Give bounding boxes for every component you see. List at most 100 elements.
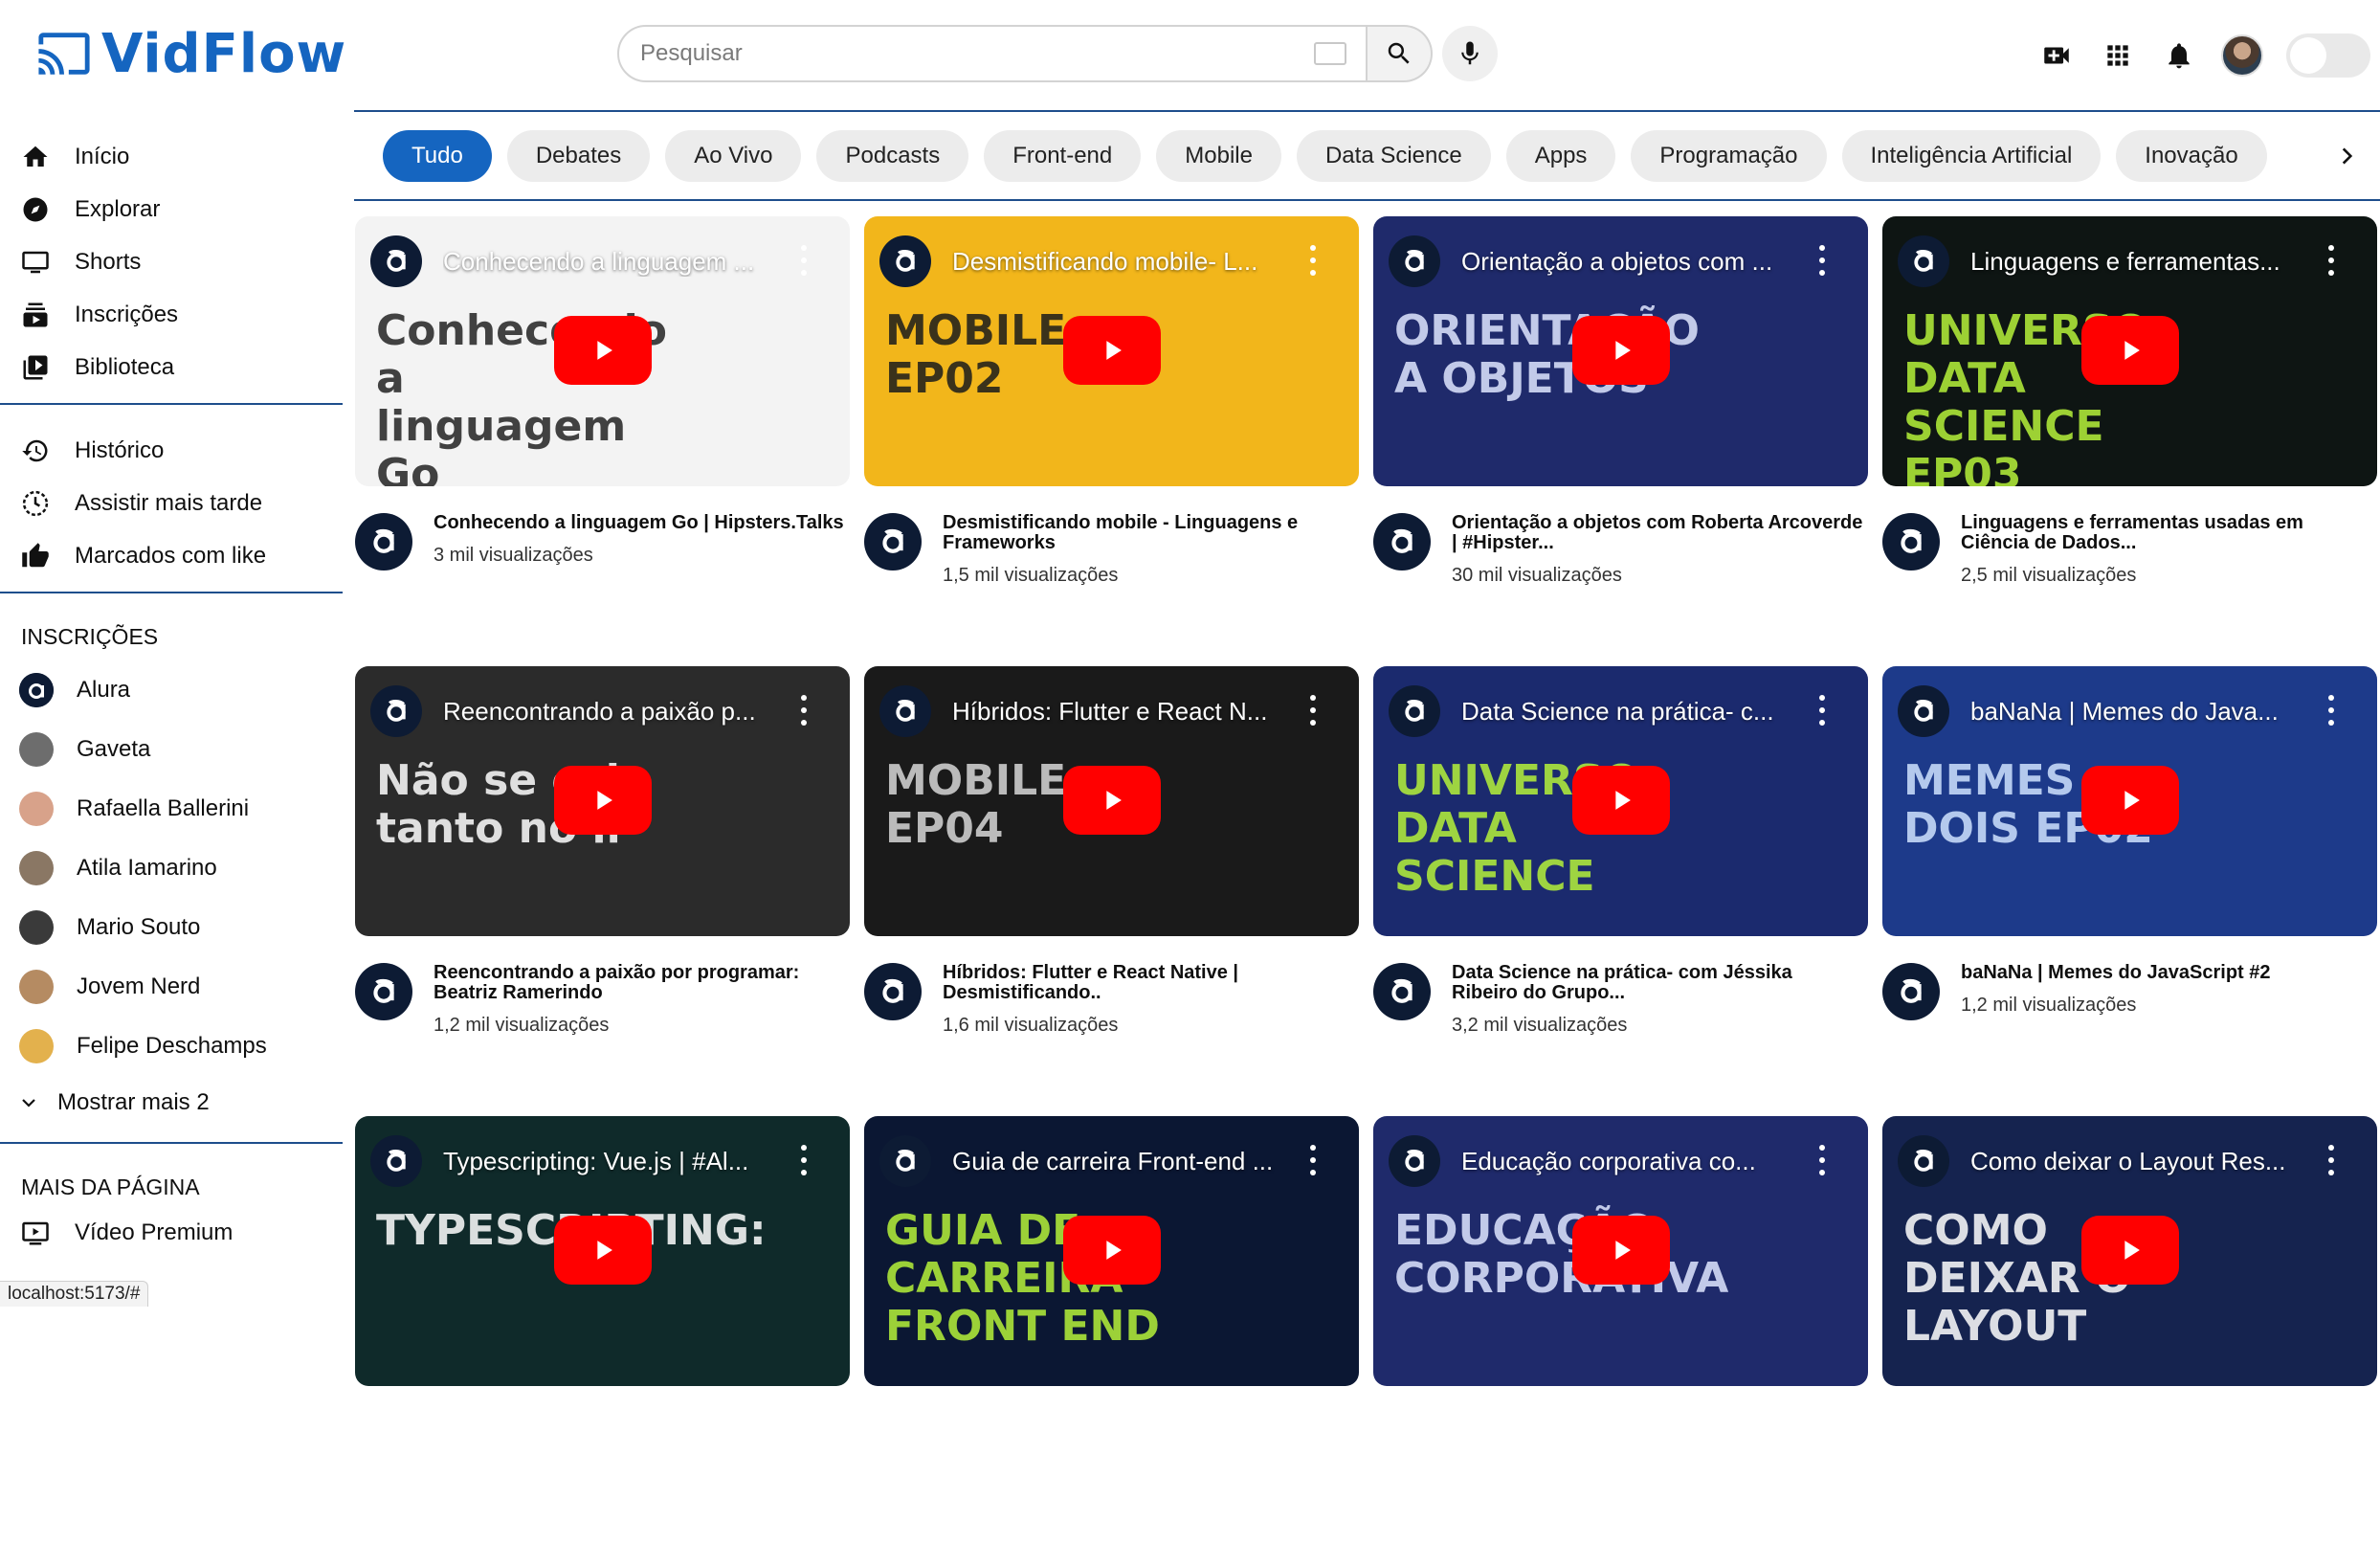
chip-ao-vivo[interactable]: Ao Vivo xyxy=(665,130,802,182)
video-card[interactable]: MOBILE EP02 Desmistificando mobile- L... D… xyxy=(864,216,1359,666)
video-card[interactable]: MOBILE EP04 Híbridos: Flutter e React N..… xyxy=(864,666,1359,1116)
apps-button[interactable] xyxy=(2099,36,2137,75)
sidebar-item-explorar[interactable]: Explorar xyxy=(0,183,343,235)
video-thumbnail[interactable]: Não se col tanto no il Reencontrando a pa… xyxy=(355,666,850,936)
video-thumbnail[interactable]: MOBILE EP02 Desmistificando mobile- L... xyxy=(864,216,1359,486)
video-thumbnail[interactable]: UNIVERSO DATA SCIENCE EP03 Linguagens e f… xyxy=(1882,216,2377,486)
channel-avatar[interactable] xyxy=(1373,513,1431,570)
play-button-icon[interactable] xyxy=(1572,766,1670,835)
channel-avatar[interactable] xyxy=(355,513,412,570)
video-thumbnail[interactable]: UNIVERSO DATA SCIENCE Data Science na prá… xyxy=(1373,666,1868,936)
play-button-icon[interactable] xyxy=(2081,766,2179,835)
play-button-icon[interactable] xyxy=(1572,316,1670,385)
chips-scroll-next-button[interactable] xyxy=(2323,132,2370,180)
video-thumbnail[interactable]: MOBILE EP04 Híbridos: Flutter e React N..… xyxy=(864,666,1359,936)
video-thumbnail[interactable]: GUIA DE CARREIRA FRONT END Guia de carrei… xyxy=(864,1116,1359,1386)
video-title[interactable]: Híbridos: Flutter e React Native | Desmi… xyxy=(943,963,1354,1003)
chip-debates[interactable]: Debates xyxy=(506,130,651,182)
sidebar-item-inicio[interactable]: Início xyxy=(0,130,343,183)
video-thumbnail[interactable]: COMO DEIXAR O LAYOUT Como deixar o Layout… xyxy=(1882,1116,2377,1386)
app-logo[interactable]: VidFlow xyxy=(36,23,346,85)
chip-inova-o[interactable]: Inovação xyxy=(2116,130,2267,182)
more-options-icon[interactable] xyxy=(800,245,808,276)
notifications-button[interactable] xyxy=(2160,36,2198,75)
video-thumbnail[interactable]: Conhecendo a linguagem Go Conhecendo a li… xyxy=(355,216,850,486)
video-thumbnail[interactable]: TYPESCRIPTING:Typescripting: Vue.js | #A… xyxy=(355,1116,850,1386)
channel-logo-icon[interactable] xyxy=(1898,685,1949,737)
video-card[interactable]: EDUCAÇÃO CORPORATIVA Educação corporativa… xyxy=(1373,1116,1868,1566)
channel-logo-icon[interactable] xyxy=(370,235,422,287)
more-options-icon[interactable] xyxy=(2327,695,2335,726)
video-card[interactable]: GUIA DE CARREIRA FRONT END Guia de carrei… xyxy=(864,1116,1359,1566)
channel-logo-icon[interactable] xyxy=(1898,1135,1949,1187)
sidebar-item-shorts[interactable]: Shorts xyxy=(0,235,343,288)
channel-logo-icon[interactable] xyxy=(1389,685,1440,737)
video-title[interactable]: Orientação a objetos com Roberta Arcover… xyxy=(1452,513,1863,553)
sidebar-item-biblioteca[interactable]: Biblioteca xyxy=(0,341,343,393)
keyboard-icon[interactable] xyxy=(1314,42,1346,65)
channel-avatar[interactable] xyxy=(1882,963,1940,1020)
sidebar-item-inscricoes[interactable]: Inscrições xyxy=(0,288,343,341)
more-options-icon[interactable] xyxy=(800,1145,808,1175)
play-button-icon[interactable] xyxy=(1063,766,1161,835)
more-options-icon[interactable] xyxy=(1818,695,1826,726)
video-title[interactable]: Desmistificando mobile - Linguagens e Fr… xyxy=(943,513,1354,553)
create-video-button[interactable] xyxy=(2037,36,2076,75)
chip-front-end[interactable]: Front-end xyxy=(984,130,1142,182)
more-options-icon[interactable] xyxy=(2327,1145,2335,1175)
sidebar-item-historico[interactable]: Histórico xyxy=(0,424,343,477)
channel-logo-icon[interactable] xyxy=(1389,1135,1440,1187)
more-options-icon[interactable] xyxy=(2327,245,2335,276)
play-button-icon[interactable] xyxy=(554,316,652,385)
search-input[interactable] xyxy=(638,39,1314,68)
video-title[interactable]: Linguagens e ferramentas usadas em Ciênc… xyxy=(1961,513,2372,553)
sidebar-item-marcados-com-like[interactable]: Marcados com like xyxy=(0,529,343,582)
chip-intelig-ncia-artificial[interactable]: Inteligência Artificial xyxy=(1841,130,2102,182)
video-card[interactable]: COMO DEIXAR O LAYOUT Como deixar o Layout… xyxy=(1882,1116,2377,1566)
subscription-item[interactable]: Alura xyxy=(0,660,343,720)
play-button-icon[interactable] xyxy=(554,1216,652,1285)
channel-logo-icon[interactable] xyxy=(879,685,931,737)
channel-avatar[interactable] xyxy=(1373,963,1431,1020)
channel-logo-icon[interactable] xyxy=(879,1135,931,1187)
channel-avatar[interactable] xyxy=(355,963,412,1020)
chip-tudo[interactable]: Tudo xyxy=(383,130,492,182)
sidebar-item-video-premium[interactable]: Vídeo Premium xyxy=(0,1211,343,1255)
subscription-item[interactable]: Felipe Deschamps xyxy=(0,1017,343,1076)
video-thumbnail[interactable]: MEMES DOIS EP02 baNaNa | Memes do Java... xyxy=(1882,666,2377,936)
video-title[interactable]: Conhecendo a linguagem Go | Hipsters.Tal… xyxy=(434,513,845,533)
channel-logo-icon[interactable] xyxy=(1389,235,1440,287)
chip-mobile[interactable]: Mobile xyxy=(1156,130,1281,182)
channel-logo-icon[interactable] xyxy=(370,1135,422,1187)
channel-logo-icon[interactable] xyxy=(879,235,931,287)
play-button-icon[interactable] xyxy=(554,766,652,835)
video-card[interactable]: UNIVERSO DATA SCIENCE EP03 Linguagens e f… xyxy=(1882,216,2377,666)
more-options-icon[interactable] xyxy=(1818,245,1826,276)
search-button[interactable] xyxy=(1368,25,1433,82)
sidebar-item-assistir-mais-tarde[interactable]: Assistir mais tarde xyxy=(0,477,343,529)
channel-avatar[interactable] xyxy=(1882,513,1940,570)
video-card[interactable]: Conhecendo a linguagem Go Conhecendo a li… xyxy=(355,216,850,666)
video-card[interactable]: TYPESCRIPTING:Typescripting: Vue.js | #A… xyxy=(355,1116,850,1566)
play-button-icon[interactable] xyxy=(1063,316,1161,385)
video-card[interactable]: MEMES DOIS EP02 baNaNa | Memes do Java...… xyxy=(1882,666,2377,1116)
theme-toggle[interactable] xyxy=(2286,34,2370,78)
video-card[interactable]: UNIVERSO DATA SCIENCE Data Science na prá… xyxy=(1373,666,1868,1116)
video-title[interactable]: Data Science na prática- com Jéssika Rib… xyxy=(1452,963,1863,1003)
video-thumbnail[interactable]: EDUCAÇÃO CORPORATIVA Educação corporativa… xyxy=(1373,1116,1868,1386)
video-title[interactable]: Reencontrando a paixão por programar: Be… xyxy=(434,963,845,1003)
chip-programa-o[interactable]: Programação xyxy=(1631,130,1827,182)
channel-avatar[interactable] xyxy=(864,963,922,1020)
more-options-icon[interactable] xyxy=(1309,695,1317,726)
subscription-item[interactable]: Gaveta xyxy=(0,720,343,779)
subscription-item[interactable]: Atila Iamarino xyxy=(0,839,343,898)
channel-avatar[interactable] xyxy=(864,513,922,570)
chip-apps[interactable]: Apps xyxy=(1505,130,1616,182)
chip-podcasts[interactable]: Podcasts xyxy=(816,130,969,182)
chip-data-science[interactable]: Data Science xyxy=(1296,130,1491,182)
video-card[interactable]: Não se col tanto no il Reencontrando a pa… xyxy=(355,666,850,1116)
play-button-icon[interactable] xyxy=(2081,1216,2179,1285)
more-options-icon[interactable] xyxy=(1309,1145,1317,1175)
video-thumbnail[interactable]: ORIENTAÇÃO A OBJETOS Orientação a objetos… xyxy=(1373,216,1868,486)
play-button-icon[interactable] xyxy=(1063,1216,1161,1285)
